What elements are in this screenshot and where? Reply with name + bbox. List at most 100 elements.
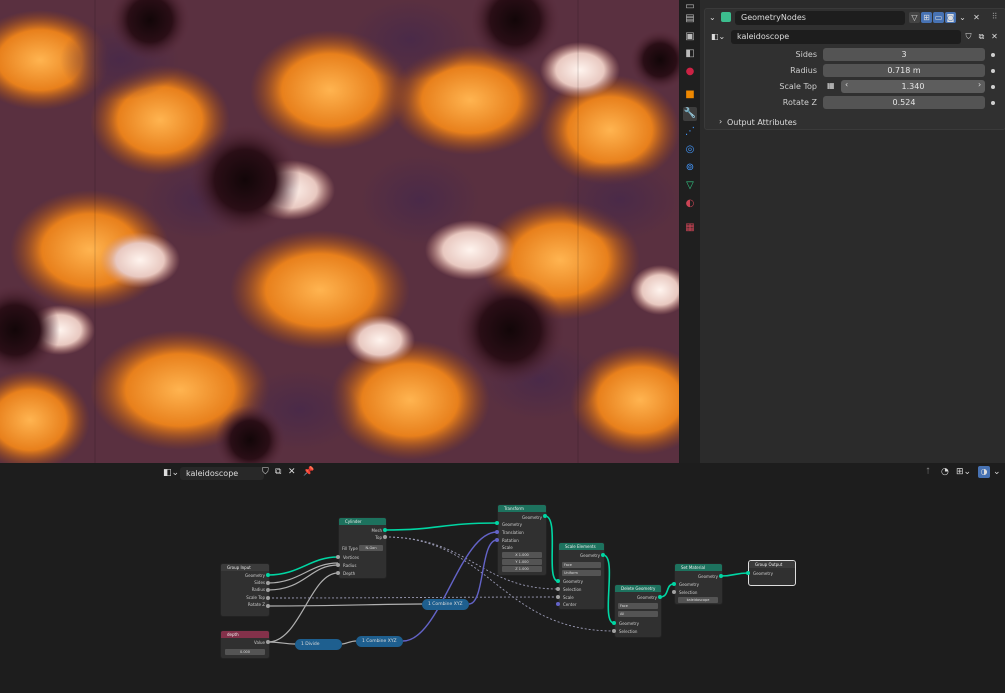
link-combine2 [402, 531, 498, 642]
cylinder-title: Cylinder [339, 518, 386, 525]
socket-label: Value [254, 640, 265, 645]
float-socket[interactable] [266, 604, 270, 608]
geometry-socket[interactable] [495, 521, 499, 525]
value-field[interactable]: 0.000 [225, 649, 265, 655]
socket-label: Scale [563, 595, 574, 600]
set-material-node[interactable]: Set Material Geometry Geometry Selection… [674, 563, 723, 605]
socket-label: Geometry [522, 515, 542, 520]
geometry-socket[interactable] [383, 528, 387, 532]
z-label: Z [515, 567, 518, 571]
group-input-node[interactable]: Group Input Geometry Sides Radius Scale … [220, 563, 270, 617]
depth-value-node[interactable]: depth Value 0.000 [220, 630, 270, 659]
socket-label: Geometry [619, 621, 639, 626]
group-output-title: Group Output [749, 561, 795, 568]
transform-title: Transform [498, 505, 546, 512]
y-label: Y [515, 560, 518, 564]
socket-label: Scale Top [246, 595, 265, 600]
vector-socket[interactable] [495, 538, 499, 542]
socket-label: Geometry [698, 574, 718, 579]
scale-label: Scale [502, 545, 513, 550]
combine-xyz-node-1[interactable]: 1 Combine XYZ [422, 599, 469, 610]
geometry-socket[interactable] [612, 621, 616, 625]
fill-type-dropdown[interactable]: N-Gon [359, 545, 383, 551]
socket-label: Rotation [502, 538, 519, 543]
socket-label: Translation [502, 530, 524, 535]
cylinder-node[interactable]: Cylinder Mesh Top Fill Type N-Gon Vertic… [338, 517, 387, 579]
socket-label: Selection [563, 587, 582, 592]
geometry-socket[interactable] [556, 579, 560, 583]
float-socket[interactable] [266, 596, 270, 600]
link-rotate [267, 603, 423, 607]
x-value: 1.000 [518, 553, 529, 557]
material-field[interactable]: kaleidoscope [678, 597, 718, 603]
delete-geometry-node[interactable]: Delete Geometry Geometry Face All Geomet… [614, 584, 662, 638]
link-combine1 [468, 539, 498, 605]
vector-socket[interactable] [495, 530, 499, 534]
depth-title: depth [221, 631, 269, 638]
link-scale-top [267, 596, 559, 599]
float-socket[interactable] [556, 595, 560, 599]
link-divide-combine [341, 640, 357, 645]
socket-label: Radius [251, 587, 265, 592]
socket-label: Sides [254, 580, 265, 585]
geometry-socket[interactable] [719, 574, 723, 578]
socket-label: Rotate Z [247, 602, 265, 607]
float-socket[interactable] [336, 571, 340, 575]
y-value: 1.000 [518, 560, 529, 564]
geometry-socket[interactable] [672, 582, 676, 586]
socket-label: Geometry [563, 579, 583, 584]
domain-dropdown[interactable]: Face [562, 562, 601, 568]
socket-label: Radius [343, 563, 357, 568]
float-socket[interactable] [266, 640, 270, 644]
float-socket[interactable] [266, 581, 270, 585]
group-input-title: Group Input [221, 564, 269, 571]
link-radius [267, 564, 339, 591]
boolean-socket[interactable] [383, 535, 387, 539]
socket-label: Selection [679, 590, 698, 595]
socket-label: Geometry [637, 595, 657, 600]
boolean-socket[interactable] [556, 587, 560, 591]
socket-label: Vertices [343, 555, 359, 560]
fill-type-label: Fill Type [342, 546, 358, 551]
mode-dropdown[interactable]: All [618, 611, 658, 617]
socket-label: Depth [343, 571, 356, 576]
z-value: 1.000 [518, 567, 529, 571]
scale-elements-node[interactable]: Scale Elements Geometry Face Uniform Geo… [558, 542, 605, 610]
socket-label: Geometry [753, 571, 773, 576]
scale-elements-title: Scale Elements [559, 543, 604, 550]
geometry-socket[interactable] [601, 553, 605, 557]
vector-socket[interactable] [556, 602, 560, 606]
scale-y-field[interactable]: Y 1.000 [502, 559, 542, 565]
geometry-socket[interactable] [266, 573, 270, 577]
divide-node[interactable]: 1 Divide [295, 639, 342, 650]
group-output-node[interactable]: Group Output Geometry [748, 560, 796, 586]
geometry-socket[interactable] [746, 571, 750, 575]
float-socket[interactable] [336, 563, 340, 567]
transform-node[interactable]: Transform Geometry Geometry Translation … [497, 504, 547, 576]
domain-dropdown[interactable]: Face [618, 603, 658, 609]
link-depth-divide [267, 641, 296, 645]
boolean-socket[interactable] [612, 629, 616, 633]
x-label: X [515, 553, 518, 557]
geometry-socket[interactable] [543, 514, 547, 518]
scale-x-field[interactable]: X 1.000 [502, 552, 542, 558]
scale-mode-dropdown[interactable]: Uniform [562, 570, 601, 576]
socket-label: Mesh [371, 528, 382, 533]
socket-label: Geometry [245, 573, 265, 578]
geometry-socket[interactable] [658, 595, 662, 599]
scale-z-field[interactable]: Z 1.000 [502, 566, 542, 572]
link-depth [267, 572, 339, 643]
float-socket[interactable] [336, 555, 340, 559]
link-material-output [720, 572, 749, 577]
delete-geometry-title: Delete Geometry [615, 585, 661, 592]
float-socket[interactable] [266, 588, 270, 592]
socket-label: Center [563, 602, 577, 607]
socket-label: Geometry [679, 582, 699, 587]
socket-label: Geometry [502, 522, 522, 527]
boolean-socket[interactable] [672, 590, 676, 594]
set-material-title: Set Material [675, 564, 722, 571]
combine-xyz-node-2[interactable]: 1 Combine XYZ [356, 636, 403, 647]
link-mesh-transform [384, 522, 498, 531]
node-links [267, 515, 749, 645]
socket-label: Selection [619, 629, 638, 634]
